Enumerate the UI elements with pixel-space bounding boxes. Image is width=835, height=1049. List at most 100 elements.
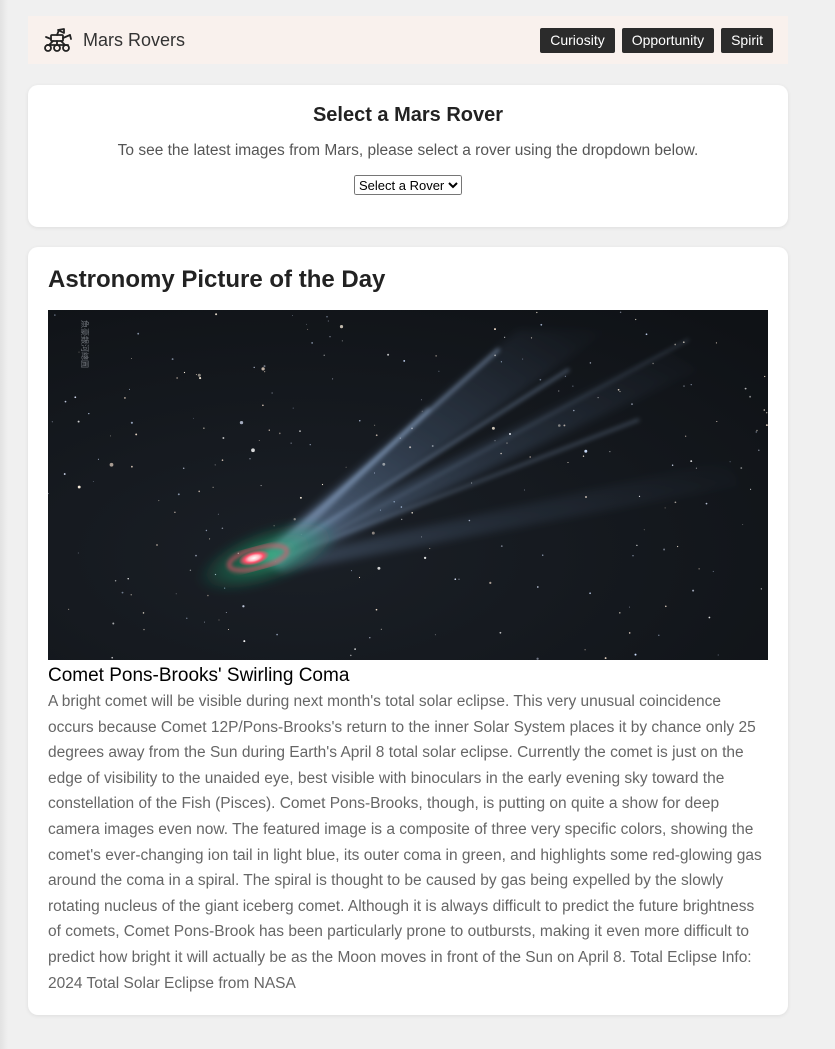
star — [758, 449, 760, 451]
star — [130, 421, 133, 424]
star — [458, 578, 460, 580]
star — [636, 544, 638, 547]
star — [500, 545, 503, 547]
star — [744, 387, 747, 390]
star — [403, 359, 406, 362]
star — [755, 431, 757, 433]
star — [619, 612, 621, 614]
star — [536, 586, 539, 588]
star — [311, 342, 313, 344]
star — [142, 612, 145, 614]
star — [489, 581, 492, 585]
left-edge-shadow — [0, 0, 8, 1049]
star — [260, 485, 262, 487]
star — [109, 462, 114, 467]
apod-image: 魚豪銀河總圓 — [48, 310, 768, 660]
star — [420, 399, 422, 401]
star — [135, 433, 138, 436]
rover-nav-links: Curiosity Opportunity Spirit — [533, 27, 773, 53]
star — [74, 396, 77, 399]
star — [584, 449, 588, 453]
rover-dropdown[interactable]: Select a Rover — [354, 175, 462, 195]
star — [321, 483, 324, 486]
apod-image-watermark: 魚豪銀河總圓 — [80, 320, 90, 368]
navbar: Mars Rovers Curiosity Opportunity Spirit — [28, 16, 788, 64]
star — [717, 654, 719, 656]
star — [541, 554, 544, 556]
star — [377, 566, 381, 570]
star — [749, 395, 752, 398]
star — [88, 412, 90, 415]
star — [292, 407, 294, 409]
star — [564, 375, 566, 377]
star — [351, 570, 353, 572]
star — [756, 429, 758, 432]
star — [664, 507, 666, 509]
star — [261, 367, 265, 371]
star — [374, 424, 376, 426]
star — [671, 464, 674, 467]
star — [529, 456, 532, 458]
star — [264, 371, 266, 373]
star — [582, 455, 585, 457]
star — [221, 527, 224, 529]
star — [176, 377, 178, 379]
star — [674, 501, 677, 504]
nav-link-opportunity[interactable]: Opportunity — [621, 27, 715, 53]
star — [676, 545, 679, 548]
star — [258, 439, 260, 442]
star — [128, 388, 130, 390]
star — [429, 547, 431, 549]
star — [421, 410, 423, 412]
star — [683, 385, 685, 387]
rover-icon — [44, 28, 72, 52]
star — [306, 323, 307, 325]
star — [708, 616, 711, 619]
star — [77, 420, 80, 423]
star — [130, 357, 132, 359]
star — [609, 451, 611, 453]
star — [199, 377, 202, 380]
nav-link-spirit[interactable]: Spirit — [721, 27, 773, 53]
star — [705, 502, 708, 505]
star — [143, 628, 145, 631]
star — [438, 370, 440, 372]
star — [760, 588, 762, 590]
apod-card: Astronomy Picture of the Day 魚豪銀河總圓 Come… — [28, 247, 788, 1015]
star — [215, 313, 218, 316]
star — [674, 343, 677, 346]
star — [345, 466, 347, 468]
star — [332, 378, 334, 380]
star — [112, 622, 115, 625]
star — [291, 315, 293, 317]
star — [572, 385, 574, 387]
brand[interactable]: Mars Rovers — [43, 27, 185, 53]
star — [589, 592, 591, 595]
star — [217, 513, 219, 515]
star — [51, 421, 53, 423]
star — [567, 461, 569, 464]
star — [434, 634, 436, 636]
star — [631, 403, 633, 405]
star — [67, 608, 70, 611]
select-rover-description: To see the latest images from Mars, plea… — [117, 142, 699, 159]
star — [350, 654, 352, 657]
star — [114, 580, 117, 582]
star — [186, 617, 188, 619]
star — [262, 404, 264, 407]
star — [78, 351, 80, 353]
star — [293, 518, 296, 521]
star — [249, 458, 251, 460]
star — [209, 538, 211, 540]
star — [326, 316, 328, 318]
star — [214, 464, 216, 466]
star — [716, 420, 718, 423]
star — [729, 461, 731, 463]
star — [375, 434, 378, 437]
star — [299, 496, 302, 499]
apod-heading: Astronomy Picture of the Day — [48, 266, 386, 293]
star — [222, 437, 225, 439]
star — [634, 653, 637, 656]
star — [765, 411, 768, 414]
nav-link-curiosity[interactable]: Curiosity — [540, 27, 615, 53]
